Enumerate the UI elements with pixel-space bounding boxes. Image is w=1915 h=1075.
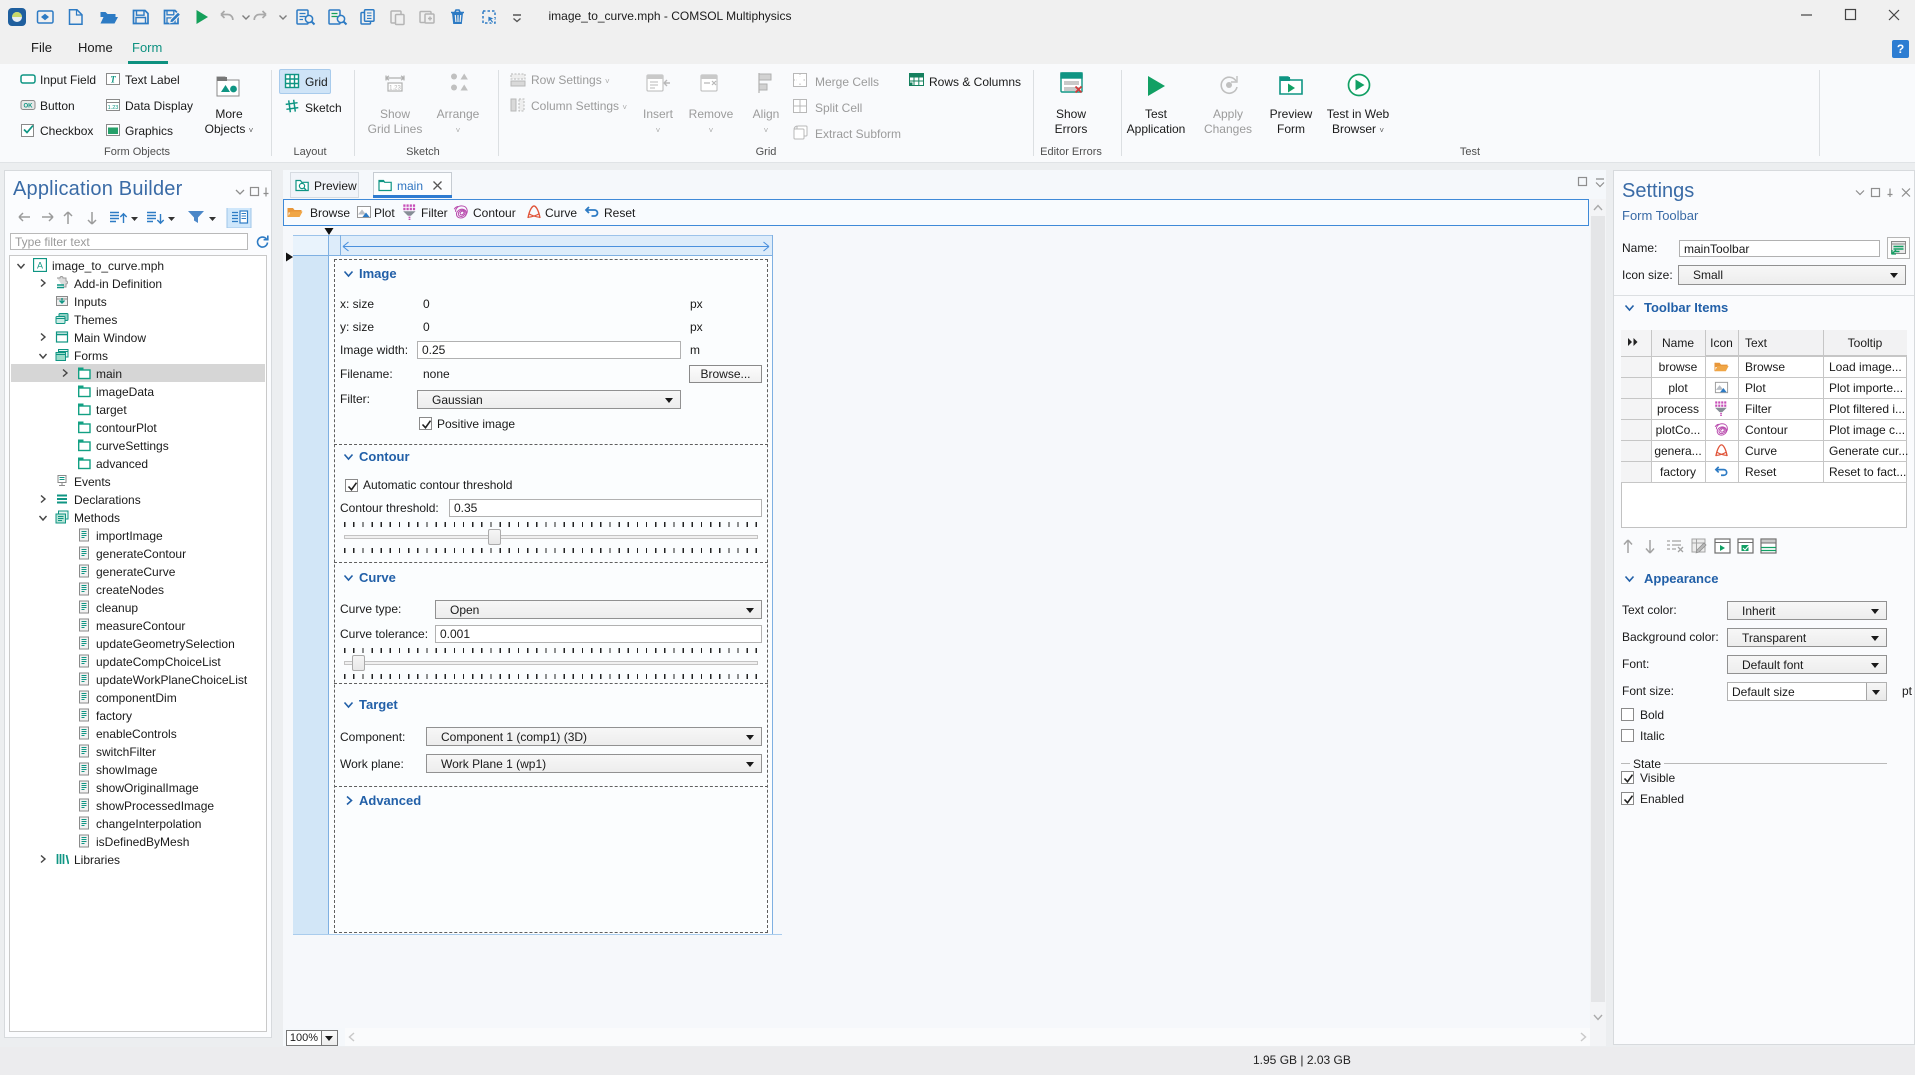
svg-text:OK: OK bbox=[24, 104, 34, 110]
svg-text:T: T bbox=[110, 75, 116, 85]
svg-text:A: A bbox=[37, 261, 43, 271]
svg-text:1.23: 1.23 bbox=[108, 105, 119, 111]
svg-text:1.23: 1.23 bbox=[389, 86, 401, 92]
